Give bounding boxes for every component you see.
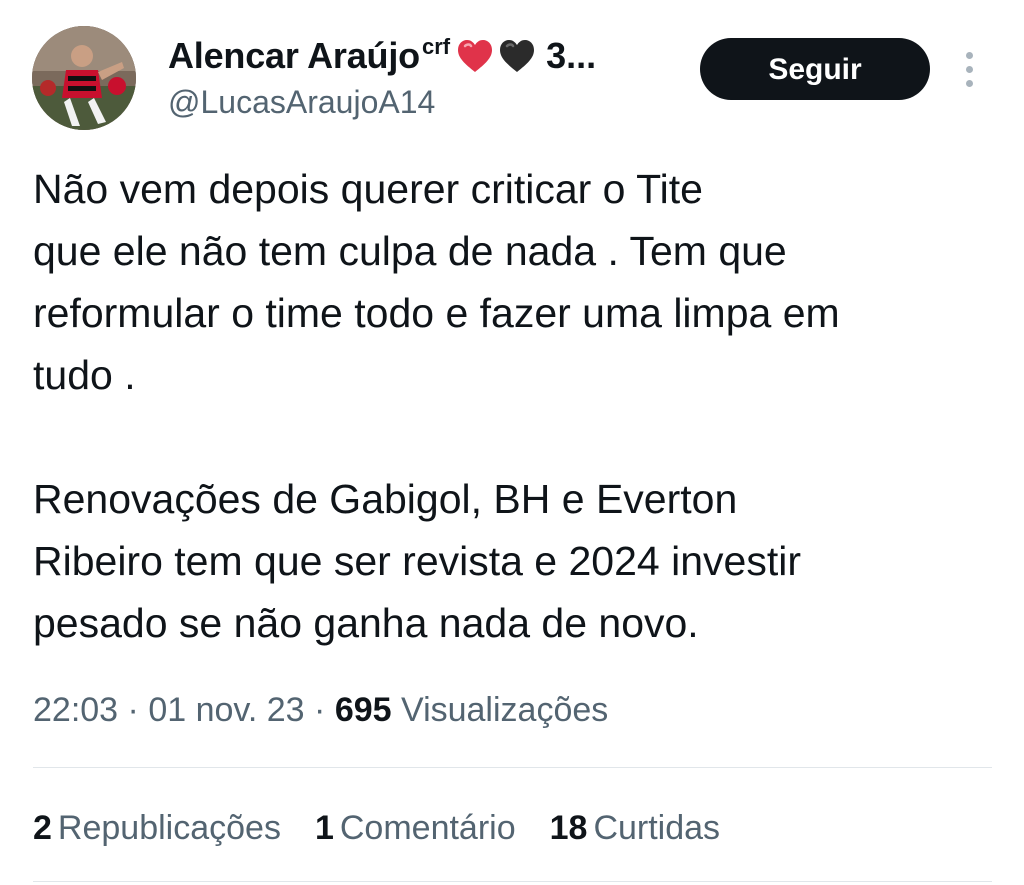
author-handle[interactable]: @LucasAraujoA14 [168,82,435,122]
more-vertical-icon[interactable] [958,50,982,90]
comments-stat[interactable]: 1 Comentário [315,806,516,850]
tweet-time[interactable]: 22:03 [33,691,118,729]
avatar[interactable] [32,26,136,130]
divider [33,881,992,882]
tweet-text: Não vem depois querer criticar o Tite qu… [33,158,1003,654]
views-label: Visualizações [401,691,609,729]
likes-label: Curtidas [593,809,721,847]
author-name-row[interactable]: Alencar Araújo crf 3... [168,34,596,80]
divider [33,767,992,768]
tweet-paragraph: Não vem depois querer criticar o Tite qu… [33,166,840,398]
follow-button[interactable]: Seguir [700,38,930,100]
reposts-count: 2 [33,809,52,847]
meta-separator: · [304,691,335,729]
likes-count: 18 [549,809,588,847]
profile-photo-icon [32,26,136,130]
tweet-date[interactable]: 01 nov. 23 [148,691,304,729]
red-heart-icon [456,38,494,76]
comments-label: Comentário [339,809,516,847]
author-display-name[interactable]: Alencar Araújo [168,34,420,78]
tweet-card: Alencar Araújo crf 3... @LucasAraujoA14 … [0,0,1024,885]
views-count: 695 [334,691,392,729]
reposts-stat[interactable]: 2 Republicações [33,806,281,850]
tweet-paragraph: Renovações de Gabigol, BH e Everton Ribe… [33,476,801,646]
author-name-superscript: crf [421,34,451,59]
comments-count: 1 [314,809,334,847]
author-name-truncated: 3... [546,35,597,76]
tweet-meta: 22:03 · 01 nov. 23 · 695 Visualizações [33,688,608,732]
engagement-stats: 2 Republicações 1 Comentário 18 Curtidas [33,806,754,850]
black-heart-icon [498,38,536,76]
likes-stat[interactable]: 18 Curtidas [550,806,720,850]
reposts-label: Republicações [57,809,281,847]
meta-separator: · [118,691,149,729]
